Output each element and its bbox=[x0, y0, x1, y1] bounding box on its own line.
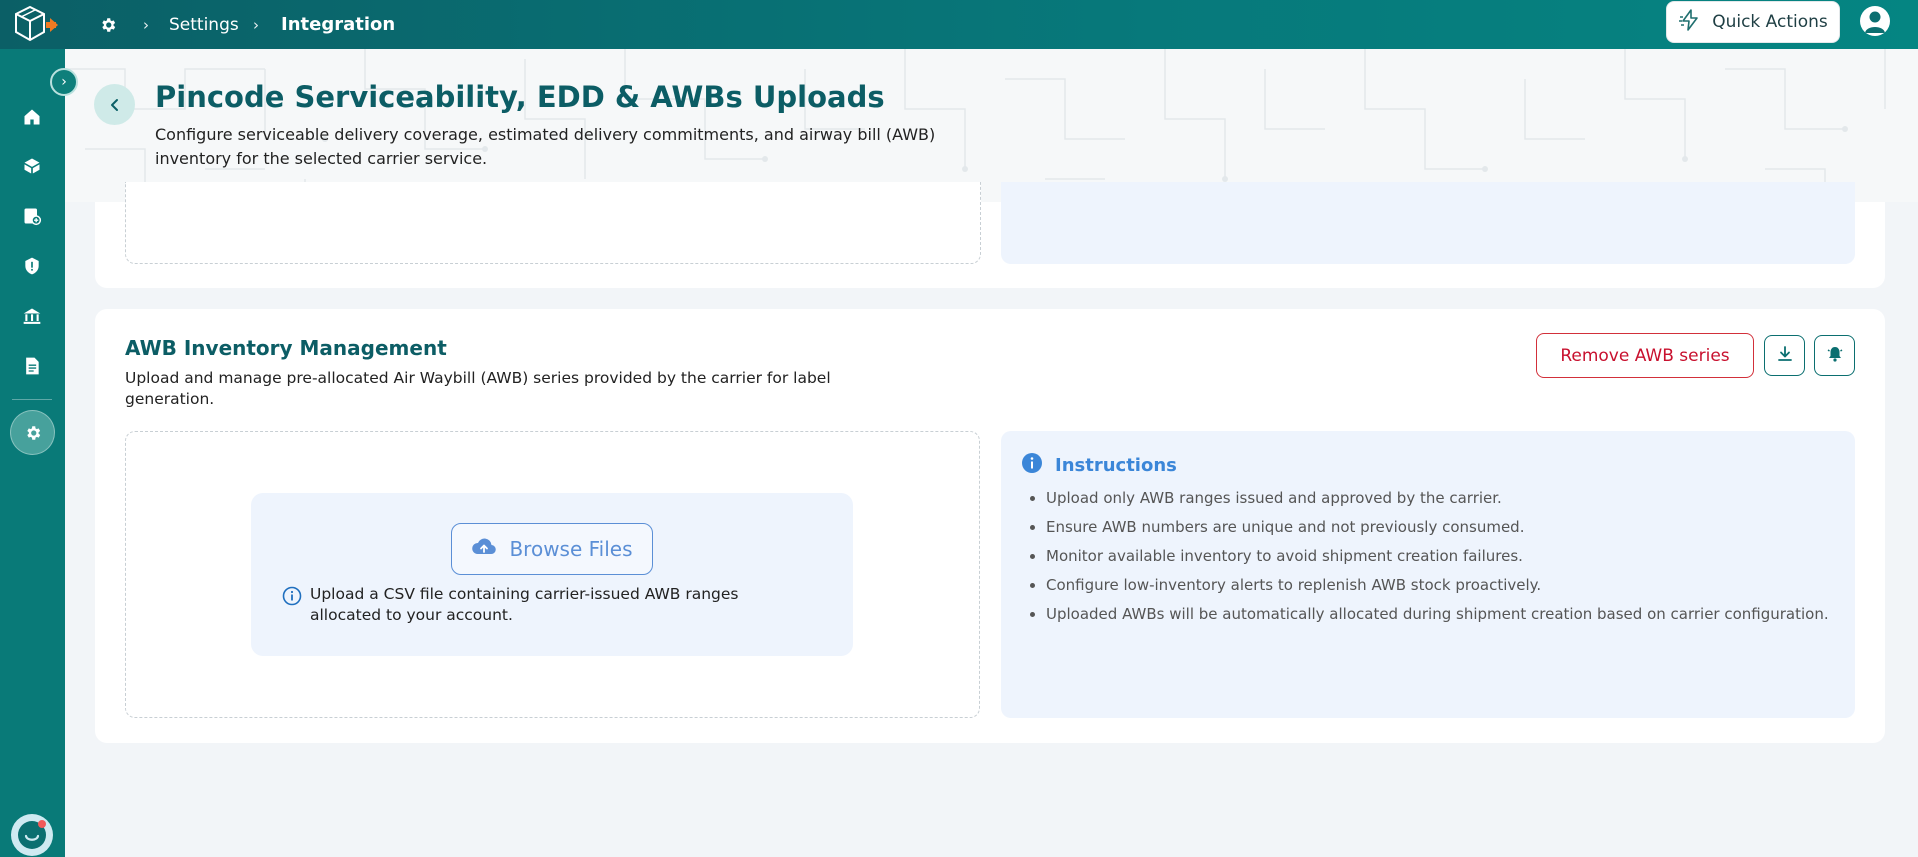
user-avatar-icon[interactable] bbox=[1860, 6, 1890, 36]
orders-box-icon[interactable] bbox=[20, 154, 44, 178]
instruction-item: Monitor available inventory to avoid shi… bbox=[1046, 545, 1830, 568]
sidebar-expand-chevron-icon[interactable]: › bbox=[50, 68, 78, 96]
sidebar bbox=[0, 49, 65, 857]
info-filled-icon bbox=[1021, 452, 1043, 479]
upload-note: Upload a CSV file containing carrier-iss… bbox=[282, 584, 802, 626]
back-button[interactable] bbox=[94, 84, 135, 125]
info-circle-icon bbox=[282, 586, 302, 626]
awb-section-description: Upload and manage pre-allocated Air Wayb… bbox=[125, 369, 831, 408]
sidebar-divider bbox=[12, 399, 52, 400]
finance-bank-icon[interactable] bbox=[20, 304, 44, 328]
browse-files-button[interactable]: Browse Files bbox=[451, 523, 653, 575]
browse-files-label: Browse Files bbox=[509, 537, 633, 561]
cloud-upload-icon bbox=[471, 537, 497, 562]
home-icon[interactable] bbox=[20, 105, 44, 129]
settings-gear-icon[interactable] bbox=[99, 0, 117, 49]
pincode-instructions-panel bbox=[1001, 182, 1855, 264]
bell-icon bbox=[1826, 345, 1844, 367]
page-description: Configure serviceable delivery coverage,… bbox=[155, 125, 936, 168]
shipments-add-icon[interactable] bbox=[20, 204, 44, 228]
breadcrumb-chevron-icon: › bbox=[143, 15, 149, 34]
app-logo-icon[interactable] bbox=[12, 4, 60, 44]
quick-actions-button[interactable]: Quick Actions bbox=[1666, 1, 1840, 43]
awb-section-title: AWB Inventory Management bbox=[125, 336, 447, 360]
instruction-item: Ensure AWB numbers are unique and not pr… bbox=[1046, 516, 1830, 539]
reports-document-icon[interactable] bbox=[20, 354, 44, 378]
page-title: Pincode Serviceability, EDD & AWBs Uploa… bbox=[155, 80, 885, 114]
chat-support-icon[interactable] bbox=[11, 814, 53, 856]
settings-gear-icon[interactable] bbox=[10, 410, 55, 455]
alert-shield-icon[interactable] bbox=[20, 254, 44, 278]
instruction-item: Upload only AWB ranges issued and approv… bbox=[1046, 487, 1830, 510]
download-icon bbox=[1776, 345, 1794, 367]
alerts-button[interactable] bbox=[1814, 335, 1855, 376]
instruction-item: Configure low-inventory alerts to replen… bbox=[1046, 574, 1830, 597]
breadcrumb-chevron-icon: › bbox=[253, 15, 259, 34]
pincode-card bbox=[95, 182, 1885, 288]
breadcrumb-integration: Integration bbox=[281, 14, 396, 35]
instructions-title: Instructions bbox=[1055, 455, 1177, 476]
breadcrumb-settings[interactable]: Settings bbox=[169, 0, 239, 49]
instructions-list: Upload only AWB ranges issued and approv… bbox=[1030, 487, 1830, 632]
quick-actions-label: Quick Actions bbox=[1712, 12, 1828, 32]
pincode-upload-dropzone[interactable] bbox=[125, 182, 981, 264]
instructions-heading: Instructions bbox=[1021, 452, 1177, 479]
upload-note-text: Upload a CSV file containing carrier-iss… bbox=[310, 585, 739, 624]
lightning-icon bbox=[1678, 8, 1702, 37]
top-bar: › Settings › Integration Quick Actions bbox=[0, 0, 1918, 49]
download-button[interactable] bbox=[1764, 335, 1805, 376]
instruction-item: Uploaded AWBs will be automatically allo… bbox=[1046, 603, 1830, 626]
remove-awb-series-button[interactable]: Remove AWB series bbox=[1536, 333, 1754, 378]
